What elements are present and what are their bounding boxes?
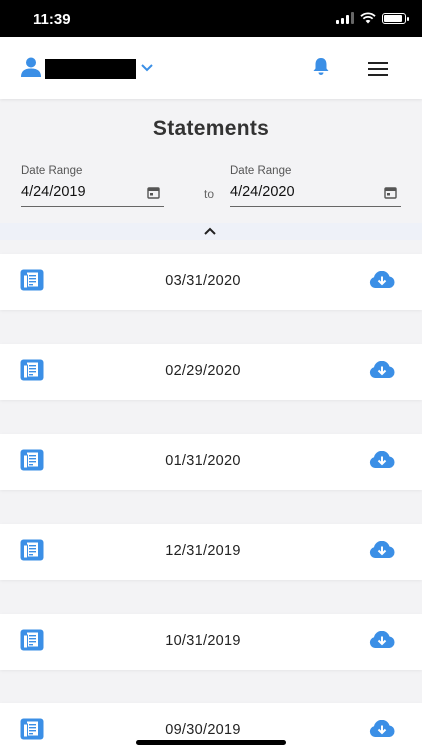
to-date-field[interactable]: 4/24/2020 xyxy=(230,182,401,207)
statement-date: 03/31/2020 xyxy=(165,273,241,289)
cloud-download-icon[interactable] xyxy=(369,631,395,649)
statement-date: 02/29/2020 xyxy=(165,363,241,379)
from-date-label: Date Range xyxy=(21,165,83,177)
statement-row[interactable]: 01/31/2020 xyxy=(0,434,422,490)
statement-row[interactable]: 12/31/2019 xyxy=(0,524,422,580)
chevron-up-icon[interactable] xyxy=(204,227,216,235)
to-date-value: 4/24/2020 xyxy=(230,184,295,200)
statement-date: 09/30/2019 xyxy=(165,722,241,738)
person-icon[interactable] xyxy=(20,57,42,77)
statement-date: 12/31/2019 xyxy=(165,543,241,559)
cloud-download-icon[interactable] xyxy=(369,541,395,559)
cloud-download-icon[interactable] xyxy=(369,271,395,289)
redacted-user-name[interactable] xyxy=(45,59,136,79)
bell-icon[interactable] xyxy=(311,56,331,76)
signal-icon xyxy=(336,12,354,24)
from-date-value: 4/24/2019 xyxy=(21,184,86,200)
page-title: Statements xyxy=(152,117,270,140)
hamburger-menu-icon[interactable] xyxy=(368,62,388,76)
calendar-icon[interactable] xyxy=(147,186,160,199)
collapse-filter-bar[interactable] xyxy=(0,223,422,240)
statement-date: 01/31/2020 xyxy=(165,453,241,469)
battery-icon xyxy=(382,12,409,24)
chevron-down-icon[interactable] xyxy=(141,64,153,72)
cloud-download-icon[interactable] xyxy=(369,720,395,738)
calendar-icon[interactable] xyxy=(384,186,397,199)
cloud-download-icon[interactable] xyxy=(369,361,395,379)
status-time: 11:39 xyxy=(33,11,71,28)
range-separator: to xyxy=(204,187,215,201)
status-bar: 11:39 xyxy=(0,0,422,37)
statement-row[interactable]: 03/31/2020 xyxy=(0,254,422,310)
statement-row[interactable]: 10/31/2019 xyxy=(0,614,422,670)
from-date-field[interactable]: 4/24/2019 xyxy=(21,182,164,207)
statement-row[interactable]: 02/29/2020 xyxy=(0,344,422,400)
wifi-icon xyxy=(360,12,376,24)
to-date-label: Date Range xyxy=(230,165,292,177)
home-indicator[interactable] xyxy=(136,740,286,745)
status-icons xyxy=(336,12,409,24)
cloud-download-icon[interactable] xyxy=(369,451,395,469)
app-header xyxy=(0,37,422,99)
statement-date: 10/31/2019 xyxy=(165,633,241,649)
